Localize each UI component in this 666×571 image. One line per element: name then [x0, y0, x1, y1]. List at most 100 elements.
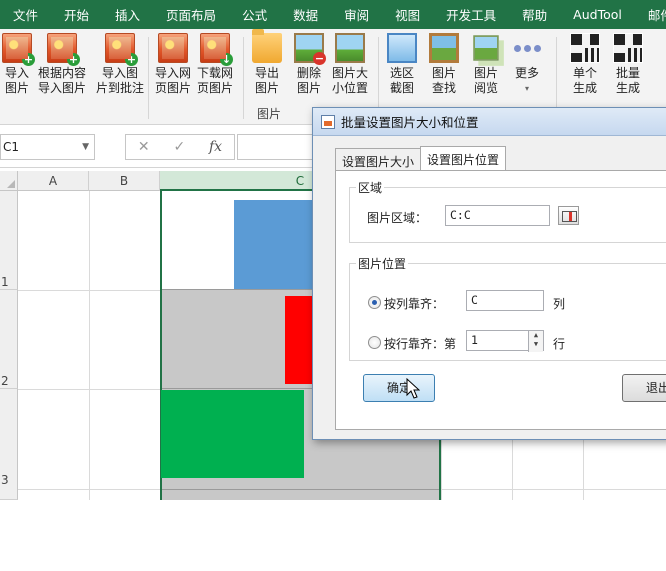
align-by-row-stepper[interactable]: 1 ▲ ▼	[466, 330, 544, 352]
batch-generate-label-1: 批量	[615, 66, 640, 80]
mouse-cursor-icon	[406, 378, 420, 399]
align-by-column-label: 按列靠齐：	[384, 297, 445, 311]
qr-code-icon	[613, 33, 643, 63]
resize-position-button[interactable]: 图片大 小位置	[332, 33, 368, 96]
column-header-a[interactable]: A	[18, 171, 89, 191]
tab-help[interactable]: 帮助	[509, 5, 560, 24]
column-header-b[interactable]: B	[89, 171, 160, 191]
screenshot-icon	[387, 33, 417, 63]
range-picker-icon[interactable]	[558, 206, 579, 225]
single-generate-button[interactable]: 单个 生成	[570, 33, 600, 96]
tab-image-position[interactable]: 设置图片位置	[420, 146, 507, 170]
app-icon	[321, 114, 335, 129]
more-label: 更多	[514, 66, 539, 80]
resize-position-label-1: 图片大	[332, 66, 369, 80]
more-dots-icon	[512, 33, 542, 63]
download-web-label-1: 下载网	[197, 66, 234, 80]
find-image-label-2: 查找	[431, 81, 456, 95]
red-image-shape[interactable]	[285, 296, 315, 384]
row-unit-label: 行	[553, 337, 566, 351]
export-image-label-1: 导出	[254, 66, 279, 80]
ok-button[interactable]: 确定	[363, 374, 435, 402]
formula-buttons: ✕ ✓ fx	[125, 134, 235, 160]
tab-insert[interactable]: 插入	[102, 5, 153, 24]
green-image-shape[interactable]	[161, 390, 304, 478]
download-web-image-button[interactable]: ↓ 下载网 页图片	[197, 33, 233, 96]
find-image-label-1: 图片	[431, 66, 456, 80]
tab-image-size[interactable]: 设置图片大小	[335, 148, 422, 170]
delete-image-label-1: 删除	[296, 66, 321, 80]
dialog-title: 批量设置图片大小和位置	[341, 115, 479, 130]
stepper-down-icon[interactable]: ▼	[529, 340, 543, 349]
find-image-button[interactable]: 图片 查找	[429, 33, 459, 96]
tab-review[interactable]: 审阅	[331, 5, 382, 24]
import-web-label-2: 页图片	[155, 81, 192, 95]
row-divider	[162, 489, 439, 490]
row-header-1[interactable]: 1	[0, 191, 18, 290]
cancel-icon[interactable]: ✕	[138, 139, 150, 155]
batch-generate-button[interactable]: 批量 生成	[613, 33, 643, 96]
screenshot-label-2: 截图	[389, 81, 414, 95]
import-to-comment-label-1: 导入图	[102, 66, 139, 80]
tab-formulas[interactable]: 公式	[229, 5, 280, 24]
export-image-label-2: 图片	[254, 81, 279, 95]
import-image-icon: +	[2, 33, 35, 66]
stepper-up-icon[interactable]: ▲	[529, 331, 543, 340]
dialog-panel: 区域 图片区域： C:C 图片位置 按列靠齐： C 列 按行靠齐：第 1 ▲ ▼…	[335, 170, 666, 430]
screenshot-label-1: 选区	[389, 66, 414, 80]
more-button[interactable]: 更多 ▾	[512, 33, 542, 96]
align-by-row-value: 1	[471, 333, 478, 347]
dialog-title-bar[interactable]: 批量设置图片大小和位置	[313, 108, 666, 136]
qr-code-icon	[570, 33, 600, 63]
row-header-3[interactable]: 3	[0, 389, 18, 500]
select-area-screenshot-button[interactable]: 选区 截图	[387, 33, 417, 96]
export-image-button[interactable]: 导出 图片	[252, 29, 282, 96]
tab-developer[interactable]: 开发工具	[433, 5, 509, 24]
resize-position-label-2: 小位置	[332, 81, 369, 95]
align-by-row-label: 按行靠齐：第	[384, 337, 457, 351]
tab-page-layout[interactable]: 页面布局	[153, 5, 229, 24]
enter-icon[interactable]: ✓	[173, 139, 185, 155]
import-by-content-icon: +	[47, 33, 80, 66]
download-web-image-icon: ↓	[200, 33, 233, 66]
insert-function-icon[interactable]: fx	[209, 139, 222, 155]
browse-image-button[interactable]: 图片 阅览	[471, 33, 501, 96]
column-unit-label: 列	[553, 297, 566, 311]
delete-image-label-2: 图片	[296, 81, 321, 95]
delete-image-icon: −	[294, 33, 326, 65]
select-all-corner[interactable]	[0, 171, 18, 191]
import-image-button[interactable]: + 导入 图片	[2, 33, 35, 96]
row-header-2[interactable]: 2	[0, 290, 18, 389]
chevron-down-icon[interactable]: ▼	[82, 135, 89, 159]
align-by-row-radio[interactable]	[368, 336, 381, 349]
tab-audtool[interactable]: AudTool	[560, 7, 635, 22]
browse-image-icon	[473, 35, 499, 61]
align-by-column-radio[interactable]	[368, 296, 381, 309]
blue-image-shape[interactable]	[234, 200, 314, 289]
position-group-label: 图片位置	[356, 255, 409, 272]
tab-data[interactable]: 数据	[280, 5, 331, 24]
delete-image-button[interactable]: − 删除 图片	[294, 33, 326, 96]
browse-image-label-2: 阅览	[473, 81, 498, 95]
position-group: 图片位置 按列靠齐： C 列 按行靠齐：第 1 ▲ ▼ 行	[349, 255, 666, 361]
import-by-content-label-1: 根据内容	[38, 66, 87, 80]
tab-file[interactable]: 文件	[0, 5, 51, 24]
import-to-comment-button[interactable]: + 导入图 片到批注	[96, 33, 144, 96]
ribbon-group-label: 图片	[257, 107, 282, 121]
import-image-label-1: 导入	[4, 66, 29, 80]
align-by-column-input[interactable]: C	[466, 290, 544, 311]
single-generate-label-2: 生成	[572, 81, 597, 95]
tab-home[interactable]: 开始	[51, 5, 102, 24]
name-box-value: C1	[3, 140, 20, 154]
name-box[interactable]: C1 ▼	[0, 134, 95, 160]
image-region-input[interactable]: C:C	[445, 205, 550, 226]
tab-mail[interactable]: 邮件	[635, 5, 666, 24]
import-web-image-button[interactable]: 导入网 页图片	[155, 33, 191, 96]
exit-button[interactable]: 退出	[622, 374, 666, 402]
import-by-content-button[interactable]: + 根据内容 导入图片	[38, 33, 86, 96]
import-to-comment-icon: +	[105, 33, 138, 66]
stepper-arrows[interactable]: ▲ ▼	[528, 331, 543, 352]
image-region-label: 图片区域：	[367, 211, 428, 225]
tab-view[interactable]: 视图	[382, 5, 433, 24]
import-by-content-label-2: 导入图片	[38, 81, 87, 95]
